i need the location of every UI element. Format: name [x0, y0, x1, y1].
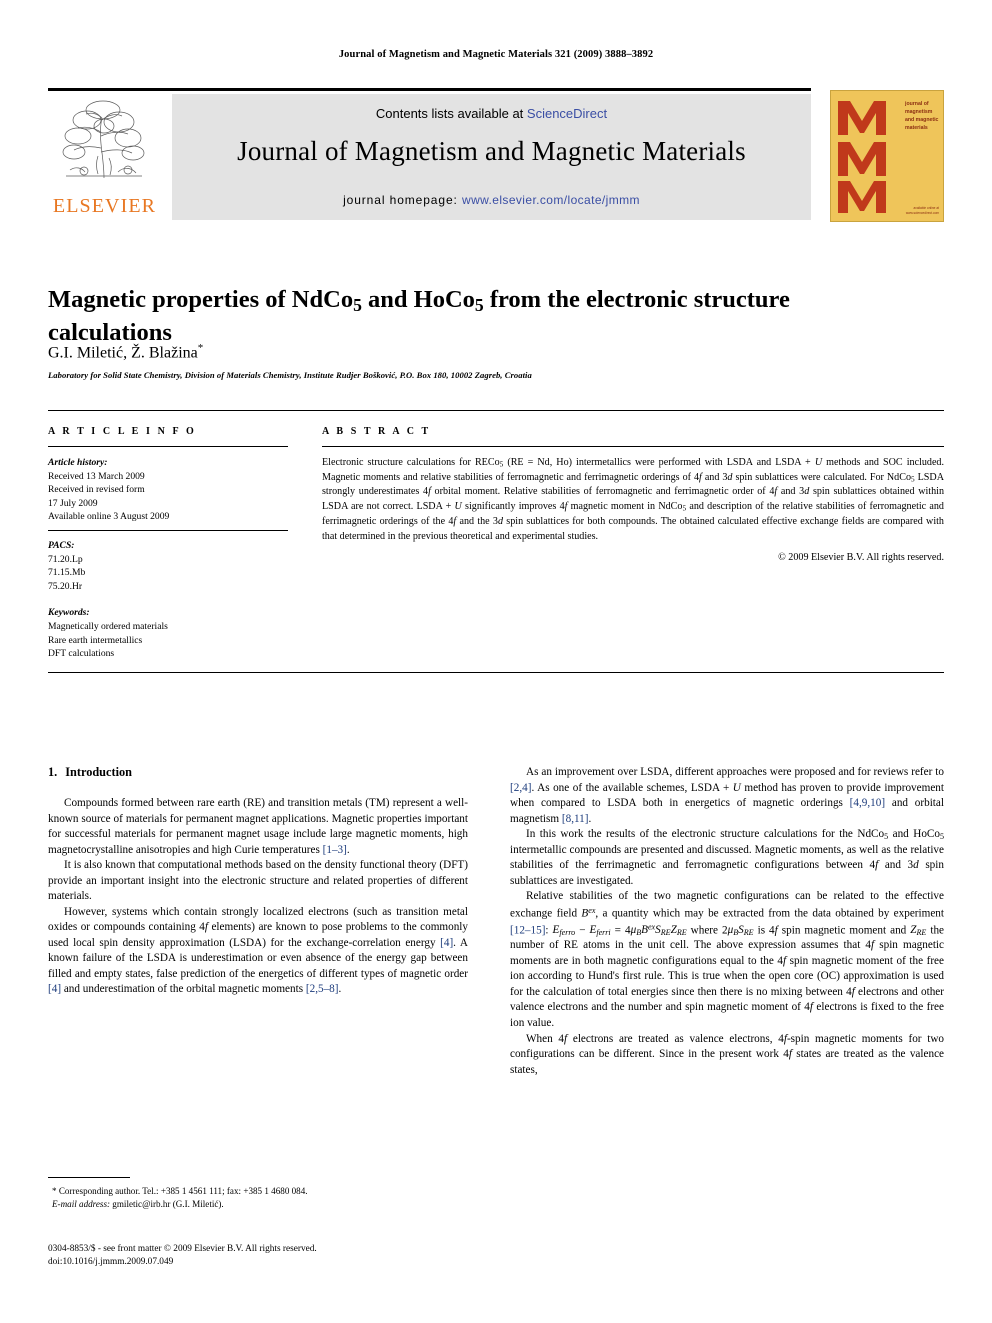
keywords-label: Keywords: [48, 607, 90, 619]
cover-caption-text: journal of magnetism and magnetic materi… [905, 101, 939, 132]
section-number: 1. [48, 765, 58, 779]
author-names: G.I. Miletić, Ž. Blažina [48, 344, 198, 362]
history-item: Received 13 March 2009 [48, 470, 145, 482]
history-item: 17 July 2009 [48, 497, 98, 509]
paragraph: However, systems which contain strongly … [48, 905, 468, 996]
page-title: Magnetic properties of NdCo5 and HoCo5 f… [48, 286, 790, 346]
email-label: E-mail address: [52, 1198, 111, 1209]
footnote-block: * Corresponding author. Tel.: +385 1 456… [48, 1177, 468, 1211]
citation-ref[interactable]: [1–3] [323, 844, 347, 856]
affiliation: Laboratory for Solid State Chemistry, Di… [48, 370, 532, 380]
body-right-column: As an improvement over LSDA, different a… [510, 765, 944, 1078]
keyword-item: Rare earth intermetallics [48, 634, 143, 646]
keyword-item: DFT calculations [48, 648, 115, 660]
pacs-group: PACS: 71.20.Lp 71.15.Mb 75.20.Hr [48, 539, 288, 593]
running-head: Journal of Magnetism and Magnetic Materi… [338, 49, 654, 60]
email-address[interactable]: gmiletic@irb.hr (G.I. Miletić). [112, 1199, 223, 1209]
journal-cover-thumbnail: journal of magnetism and magnetic materi… [830, 90, 944, 222]
article-info-heading-rule [48, 446, 288, 447]
journal-homepage-line: journal homepage: www.elsevier.com/locat… [172, 193, 811, 207]
elsevier-logo: ELSEVIER [48, 94, 161, 220]
abstract-heading-rule [322, 446, 944, 447]
section-heading-introduction: 1. Introduction [48, 765, 468, 780]
abstract-copyright: © 2009 Elsevier B.V. All rights reserved… [778, 552, 944, 564]
paragraph: When 4f electrons are treated as valence… [510, 1032, 945, 1076]
citation-ref[interactable]: [2,5–8] [306, 983, 339, 995]
triple-m-logo-icon [838, 101, 886, 213]
history-item: Received in revised form [48, 484, 145, 496]
email-note: E-mail address: gmiletic@irb.hr (G.I. Mi… [48, 1198, 468, 1211]
body-left-column: 1. Introduction Compounds formed between … [48, 765, 468, 998]
pacs-label: PACS: [48, 540, 75, 552]
keyword-item: Magnetically ordered materials [48, 621, 168, 633]
paragraph: It is also known that computational meth… [48, 859, 468, 903]
sciencedirect-link[interactable]: ScienceDirect [527, 106, 607, 121]
pacs-item: 71.15.Mb [48, 567, 86, 579]
article-first-page: Journal of Magnetism and Magnetic Materi… [0, 0, 992, 1323]
paragraph: As an improvement over LSDA, different a… [510, 766, 944, 825]
contents-band: Contents lists available at ScienceDirec… [172, 94, 811, 220]
pacs-item: 71.20.Lp [48, 553, 83, 565]
contents-available-line: Contents lists available at ScienceDirec… [172, 106, 811, 121]
keywords-group: Keywords: Magnetically ordered materials… [48, 606, 288, 660]
abstract-heading: A B S T R A C T [322, 426, 431, 437]
citation-ref[interactable]: [4] [48, 983, 61, 995]
article-history-group: Article history: Received 13 March 2009 … [48, 456, 288, 524]
footnote-rule [48, 1177, 130, 1178]
paragraph: In this work the results of the electron… [510, 828, 944, 887]
imprint-block: 0304-8853/$ - see front matter © 2009 El… [48, 1243, 478, 1270]
history-item: Available online 3 August 2009 [48, 511, 170, 523]
article-history-label: Article history: [48, 457, 108, 468]
info-panel-bottom-rule [48, 672, 944, 673]
info-panel-top-rule [48, 410, 944, 411]
paragraph: Compounds formed between rare earth (RE)… [48, 797, 468, 856]
journal-masthead: ELSEVIER Contents lists available at Sci… [48, 88, 944, 222]
cover-footer-text: available online at www.sciencedirect.co… [905, 206, 939, 216]
article-info-divider [48, 530, 288, 532]
corresponding-author-marker[interactable]: * [198, 342, 204, 354]
abstract-text: Electronic structure calculations for RE… [322, 457, 944, 542]
elsevier-wordmark: ELSEVIER [52, 195, 157, 217]
paragraph: Relative stabilities of the two magnetic… [510, 890, 945, 1029]
citation-ref[interactable]: [2,4] [510, 782, 531, 794]
pacs-item: 75.20.Hr [48, 580, 83, 592]
section-title: Introduction [65, 765, 132, 779]
abstract-column: A B S T R A C T Electronic structure cal… [322, 426, 944, 563]
journal-title: Journal of Magnetism and Magnetic Materi… [237, 136, 746, 166]
citation-ref[interactable]: [4,9,10] [850, 797, 885, 809]
elsevier-tree-icon [62, 100, 145, 179]
article-info-heading: A R T I C L E I N F O [48, 426, 197, 437]
imprint-line-issn: 0304-8853/$ - see front matter © 2009 El… [48, 1244, 317, 1254]
citation-ref[interactable]: [12–15] [510, 924, 545, 936]
imprint-line-doi: doi:10.1016/j.jmmm.2009.07.049 [48, 1257, 174, 1268]
article-info-column: A R T I C L E I N F O Article history: R… [48, 426, 288, 663]
journal-homepage-link[interactable]: www.elsevier.com/locate/jmmm [462, 193, 640, 207]
citation-ref[interactable]: [4] [440, 937, 453, 949]
homepage-prefix-text: journal homepage: [343, 193, 463, 207]
corresponding-author-note: * Corresponding author. Tel.: +385 1 456… [52, 1186, 308, 1196]
contents-prefix-text: Contents lists available at [375, 106, 527, 121]
author-list: G.I. Miletić, Ž. Blažina* [48, 342, 748, 362]
citation-ref[interactable]: [8,11] [562, 813, 589, 825]
masthead-top-rule [48, 88, 811, 91]
